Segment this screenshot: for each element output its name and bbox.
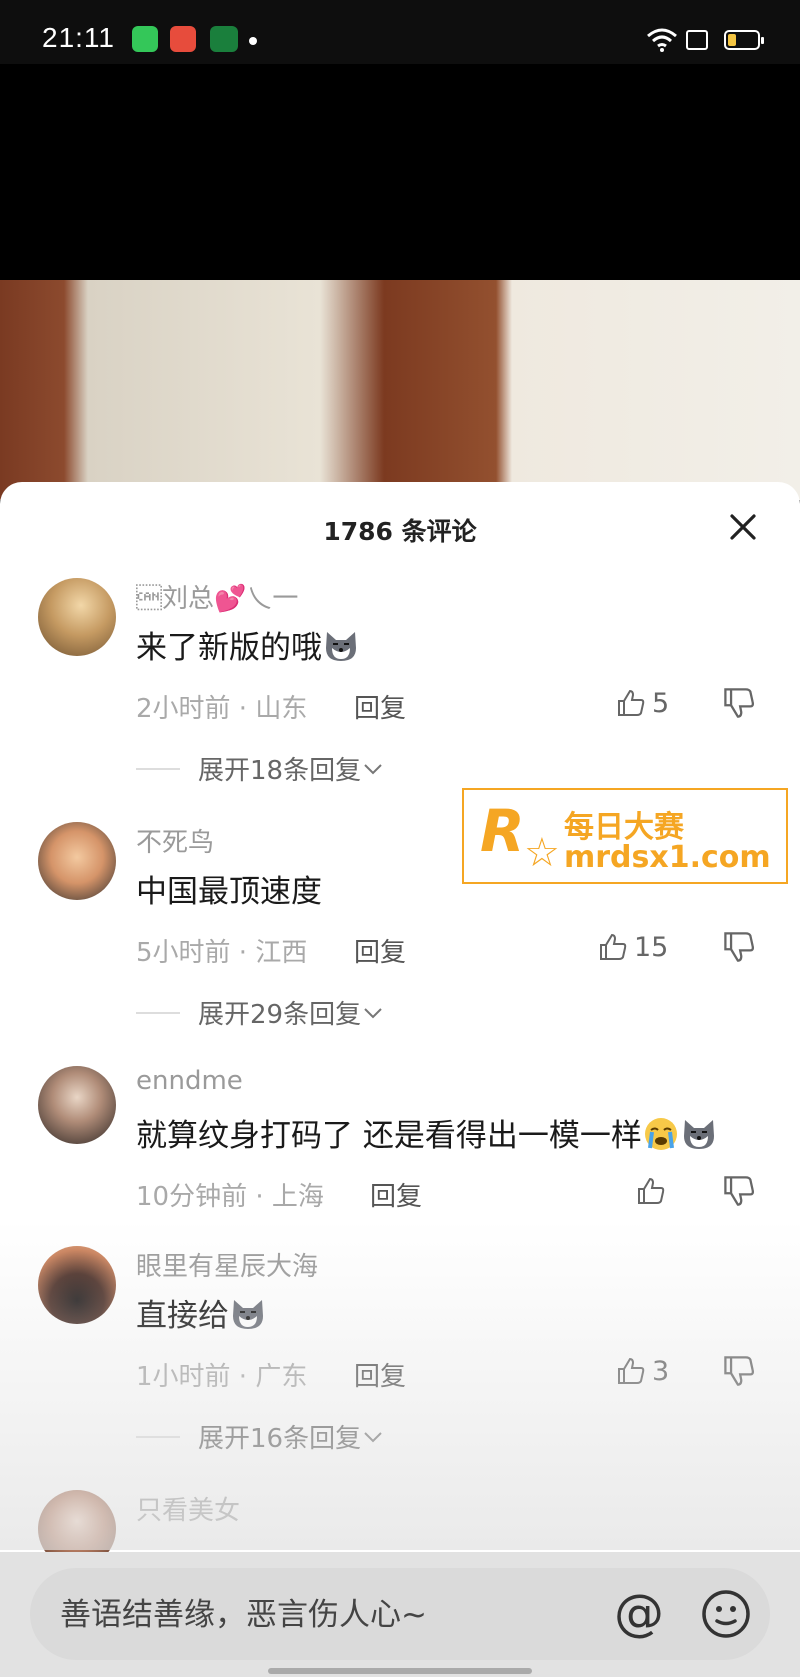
like-button[interactable]: [636, 1174, 672, 1208]
comment-meta: 5小时前 · 江西: [136, 938, 308, 968]
chevron-down-icon: [364, 763, 382, 774]
comment-item: enndme 就算纹身打码了 还是看得出一模一样 10分钟前 · 上海 回复: [0, 1066, 800, 1226]
comment-text: 直接给: [136, 1290, 267, 1335]
music-app-icon: [170, 26, 196, 52]
comment-text: 中国最顶速度: [136, 874, 322, 910]
reply-button[interactable]: 回复: [354, 688, 406, 725]
comment-text: 来了新版的哦: [136, 622, 360, 667]
comment-input[interactable]: [58, 1568, 622, 1662]
home-indicator: [268, 1668, 532, 1674]
at-icon[interactable]: @: [614, 1588, 664, 1638]
dog-emoji-icon: [326, 632, 356, 661]
thumb-up-icon: [600, 933, 627, 960]
status-bar: 21:11: [0, 0, 800, 64]
thumb-down-icon[interactable]: [722, 1174, 756, 1208]
comment-input-container[interactable]: @: [30, 1568, 770, 1662]
avatar[interactable]: [38, 1066, 116, 1144]
dog-emoji-icon: [683, 1120, 714, 1149]
comment-input-bar: @: [0, 1552, 800, 1677]
reply-button[interactable]: 回复: [370, 1176, 422, 1213]
comment-sheet: 1786 条评论 刘总💕乀一 来了新版的哦 2小时前 · 山东 回复 5 展开…: [0, 482, 800, 1677]
like-button[interactable]: 3: [616, 1354, 669, 1388]
thumb-up-icon: [618, 1357, 645, 1384]
comment-meta: 2小时前 · 山东: [136, 694, 308, 724]
comment-meta: 10分钟前 · 上海: [136, 1182, 324, 1212]
comment-username[interactable]: 不死鸟: [136, 822, 214, 859]
comment-count-title: 1786 条评论: [323, 517, 477, 546]
comment-username[interactable]: 只看美女: [136, 1490, 240, 1527]
watermark-logo-letter: R: [480, 797, 525, 865]
oppo-app-icon: [210, 26, 238, 52]
app-notification-icon: [132, 26, 158, 52]
expand-replies-label: 展开16条回复: [198, 1424, 362, 1454]
sim-icon: [686, 30, 708, 50]
avatar[interactable]: [38, 578, 116, 656]
like-count: 5: [652, 687, 670, 719]
thumb-down-icon[interactable]: [722, 1354, 756, 1388]
thumb-up-icon: [618, 689, 645, 716]
chevron-down-icon: [364, 1007, 382, 1018]
expand-replies-label: 展开29条回复: [198, 1000, 362, 1030]
video-frame: [0, 280, 800, 500]
dog-emoji-icon: [233, 1300, 263, 1329]
comment-username[interactable]: 眼里有星辰大海: [136, 1246, 318, 1283]
watermark-url: mrdsx1.com: [564, 840, 771, 875]
thumb-up-icon: [638, 1177, 665, 1204]
comment-username[interactable]: enndme: [136, 1066, 243, 1096]
crying-emoji-icon: [644, 1118, 677, 1150]
emoji-icon[interactable]: [700, 1588, 752, 1640]
avatar[interactable]: [38, 1246, 116, 1324]
status-time: 21:11: [42, 22, 115, 53]
comment-meta: 1小时前 · 广东: [136, 1362, 308, 1392]
thumb-down-icon[interactable]: [722, 930, 756, 964]
comment-text: 就算纹身打码了 还是看得出一模一样: [136, 1110, 718, 1155]
battery-icon: [724, 30, 764, 50]
reply-button[interactable]: 回复: [354, 932, 406, 969]
like-count: 3: [652, 1355, 670, 1387]
like-count: 15: [634, 931, 669, 963]
comment-text-body: 来了新版的哦: [136, 630, 322, 666]
expand-replies-label: 展开18条回复: [198, 756, 362, 786]
thumb-down-icon[interactable]: [722, 686, 756, 720]
close-icon[interactable]: [726, 510, 760, 544]
expand-replies-button[interactable]: 展开18条回复: [136, 750, 385, 787]
chevron-down-icon: [364, 1431, 382, 1442]
star-icon: ☆: [524, 830, 560, 876]
reply-button[interactable]: 回复: [354, 1356, 406, 1393]
notification-dot-icon: [249, 37, 257, 45]
expand-replies-button[interactable]: 展开16条回复: [136, 1418, 385, 1455]
wifi-icon: [647, 28, 677, 52]
comment-username[interactable]: 刘总💕乀一: [136, 578, 298, 615]
comment-item: 刘总💕乀一 来了新版的哦 2小时前 · 山东 回复 5 展开18条回复: [0, 578, 800, 788]
watermark-logo: R ☆ 每日大赛 mrdsx1.com: [462, 788, 788, 884]
expand-replies-button[interactable]: 展开29条回复: [136, 994, 385, 1031]
comment-text-body: 就算纹身打码了 还是看得出一模一样: [136, 1118, 642, 1154]
avatar[interactable]: [38, 822, 116, 900]
comment-text-body: 直接给: [136, 1298, 229, 1334]
comment-item: 眼里有星辰大海 直接给 1小时前 · 广东 回复 3 展开16条回复: [0, 1246, 800, 1456]
like-button[interactable]: 5: [616, 686, 669, 720]
like-button[interactable]: 15: [598, 930, 668, 964]
